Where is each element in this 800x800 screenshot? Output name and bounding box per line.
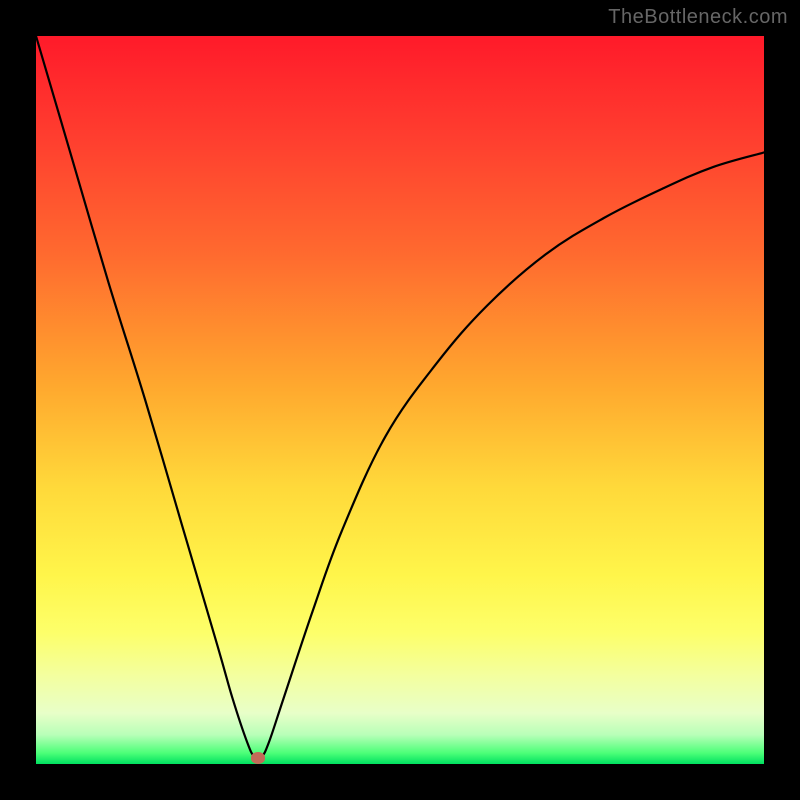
watermark-label: TheBottleneck.com [608,6,788,29]
bottleneck-curve [36,36,764,764]
optimal-point-marker [251,752,265,764]
chart-frame: TheBottleneck.com [0,0,800,800]
chart-plot-area [36,36,764,764]
